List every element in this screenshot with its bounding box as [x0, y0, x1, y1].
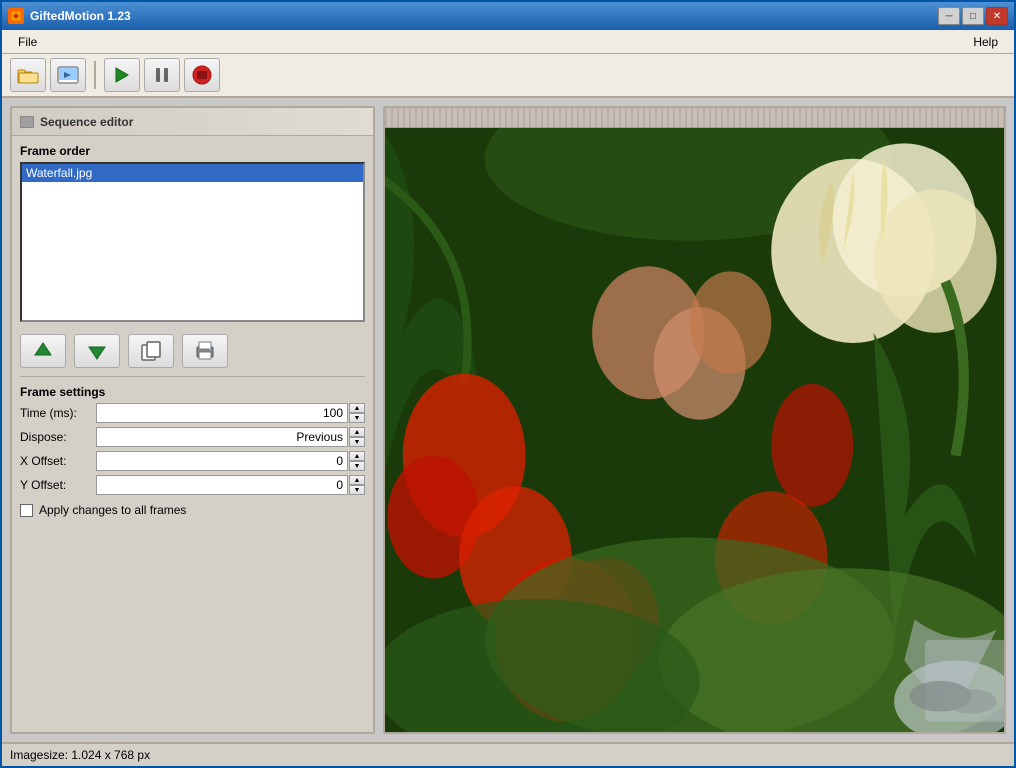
panel-body: Frame order Waterfall.jpg [12, 136, 373, 732]
menu-bar: File Help [2, 30, 1014, 54]
apply-row: Apply changes to all frames [20, 503, 365, 517]
duplicate-button[interactable] [128, 334, 174, 368]
status-bar: Imagesize: 1.024 x 768 px [2, 742, 1014, 766]
move-down-button[interactable] [74, 334, 120, 368]
time-input[interactable] [96, 403, 348, 423]
time-setting-row: Time (ms): ▲ ▼ [20, 403, 365, 423]
frame-action-buttons [20, 334, 365, 368]
frame-list-item[interactable]: Waterfall.jpg [22, 164, 363, 182]
apply-all-label: Apply changes to all frames [39, 503, 186, 517]
print-button[interactable] [182, 334, 228, 368]
apply-all-checkbox[interactable] [20, 504, 33, 517]
y-offset-spin-up[interactable]: ▲ [349, 475, 365, 485]
main-content: Sequence editor Frame order Waterfall.jp… [2, 98, 1014, 742]
x-offset-spinner: ▲ ▼ [349, 451, 365, 471]
time-label: Time (ms): [20, 406, 92, 420]
frame-settings-section: Frame settings Time (ms): ▲ ▼ Dispose: [20, 376, 365, 517]
y-offset-setting-row: Y Offset: ▲ ▼ [20, 475, 365, 495]
frame-settings-label: Frame settings [20, 385, 365, 399]
play-button[interactable] [104, 58, 140, 92]
close-button[interactable]: ✕ [986, 7, 1008, 25]
y-offset-label: Y Offset: [20, 478, 92, 492]
time-spin-down[interactable]: ▼ [349, 413, 365, 423]
x-offset-label: X Offset: [20, 454, 92, 468]
y-offset-spinner: ▲ ▼ [349, 475, 365, 495]
y-offset-input[interactable] [96, 475, 348, 495]
dispose-setting-row: Dispose: ▲ ▼ [20, 427, 365, 447]
help-menu[interactable]: Help [965, 33, 1006, 51]
move-up-button[interactable] [20, 334, 66, 368]
dispose-label: Dispose: [20, 430, 92, 444]
frame-order-section: Frame order Waterfall.jpg [20, 144, 365, 322]
toolbar-separator [94, 61, 96, 89]
status-text: Imagesize: 1.024 x 768 px [10, 748, 150, 762]
dispose-input[interactable] [96, 427, 348, 447]
main-window: GiftedMotion 1.23 ─ □ ✕ File Help [0, 0, 1016, 768]
preview-header [385, 108, 1004, 128]
open-button[interactable] [10, 58, 46, 92]
frame-list[interactable]: Waterfall.jpg [20, 162, 365, 322]
dispose-spinner: ▲ ▼ [349, 427, 365, 447]
preview-canvas [385, 128, 1004, 732]
title-bar: GiftedMotion 1.23 ─ □ ✕ [2, 2, 1014, 30]
panel-header: Sequence editor [12, 108, 373, 136]
panel-header-icon [20, 116, 34, 128]
time-input-wrap: ▲ ▼ [96, 403, 365, 423]
preview-button[interactable] [50, 58, 86, 92]
time-spin-up[interactable]: ▲ [349, 403, 365, 413]
x-offset-spin-up[interactable]: ▲ [349, 451, 365, 461]
frame-order-label: Frame order [20, 144, 365, 158]
pause-button[interactable] [144, 58, 180, 92]
file-menu[interactable]: File [10, 33, 45, 51]
x-offset-setting-row: X Offset: ▲ ▼ [20, 451, 365, 471]
preview-panel [383, 106, 1006, 734]
x-offset-input-wrap: ▲ ▼ [96, 451, 365, 471]
dispose-spin-up[interactable]: ▲ [349, 427, 365, 437]
preview-image-area [385, 128, 1004, 732]
dispose-spin-down[interactable]: ▼ [349, 437, 365, 447]
app-icon [8, 8, 24, 24]
panel-title: Sequence editor [40, 115, 133, 129]
maximize-button[interactable]: □ [962, 7, 984, 25]
toolbar [2, 54, 1014, 98]
y-offset-spin-down[interactable]: ▼ [349, 485, 365, 495]
window-controls: ─ □ ✕ [938, 7, 1008, 25]
x-offset-spin-down[interactable]: ▼ [349, 461, 365, 471]
dispose-input-wrap: ▲ ▼ [96, 427, 365, 447]
stop-button[interactable] [184, 58, 220, 92]
sequence-editor-panel: Sequence editor Frame order Waterfall.jp… [10, 106, 375, 734]
time-spinner: ▲ ▼ [349, 403, 365, 423]
x-offset-input[interactable] [96, 451, 348, 471]
y-offset-input-wrap: ▲ ▼ [96, 475, 365, 495]
minimize-button[interactable]: ─ [938, 7, 960, 25]
window-title: GiftedMotion 1.23 [30, 9, 938, 23]
